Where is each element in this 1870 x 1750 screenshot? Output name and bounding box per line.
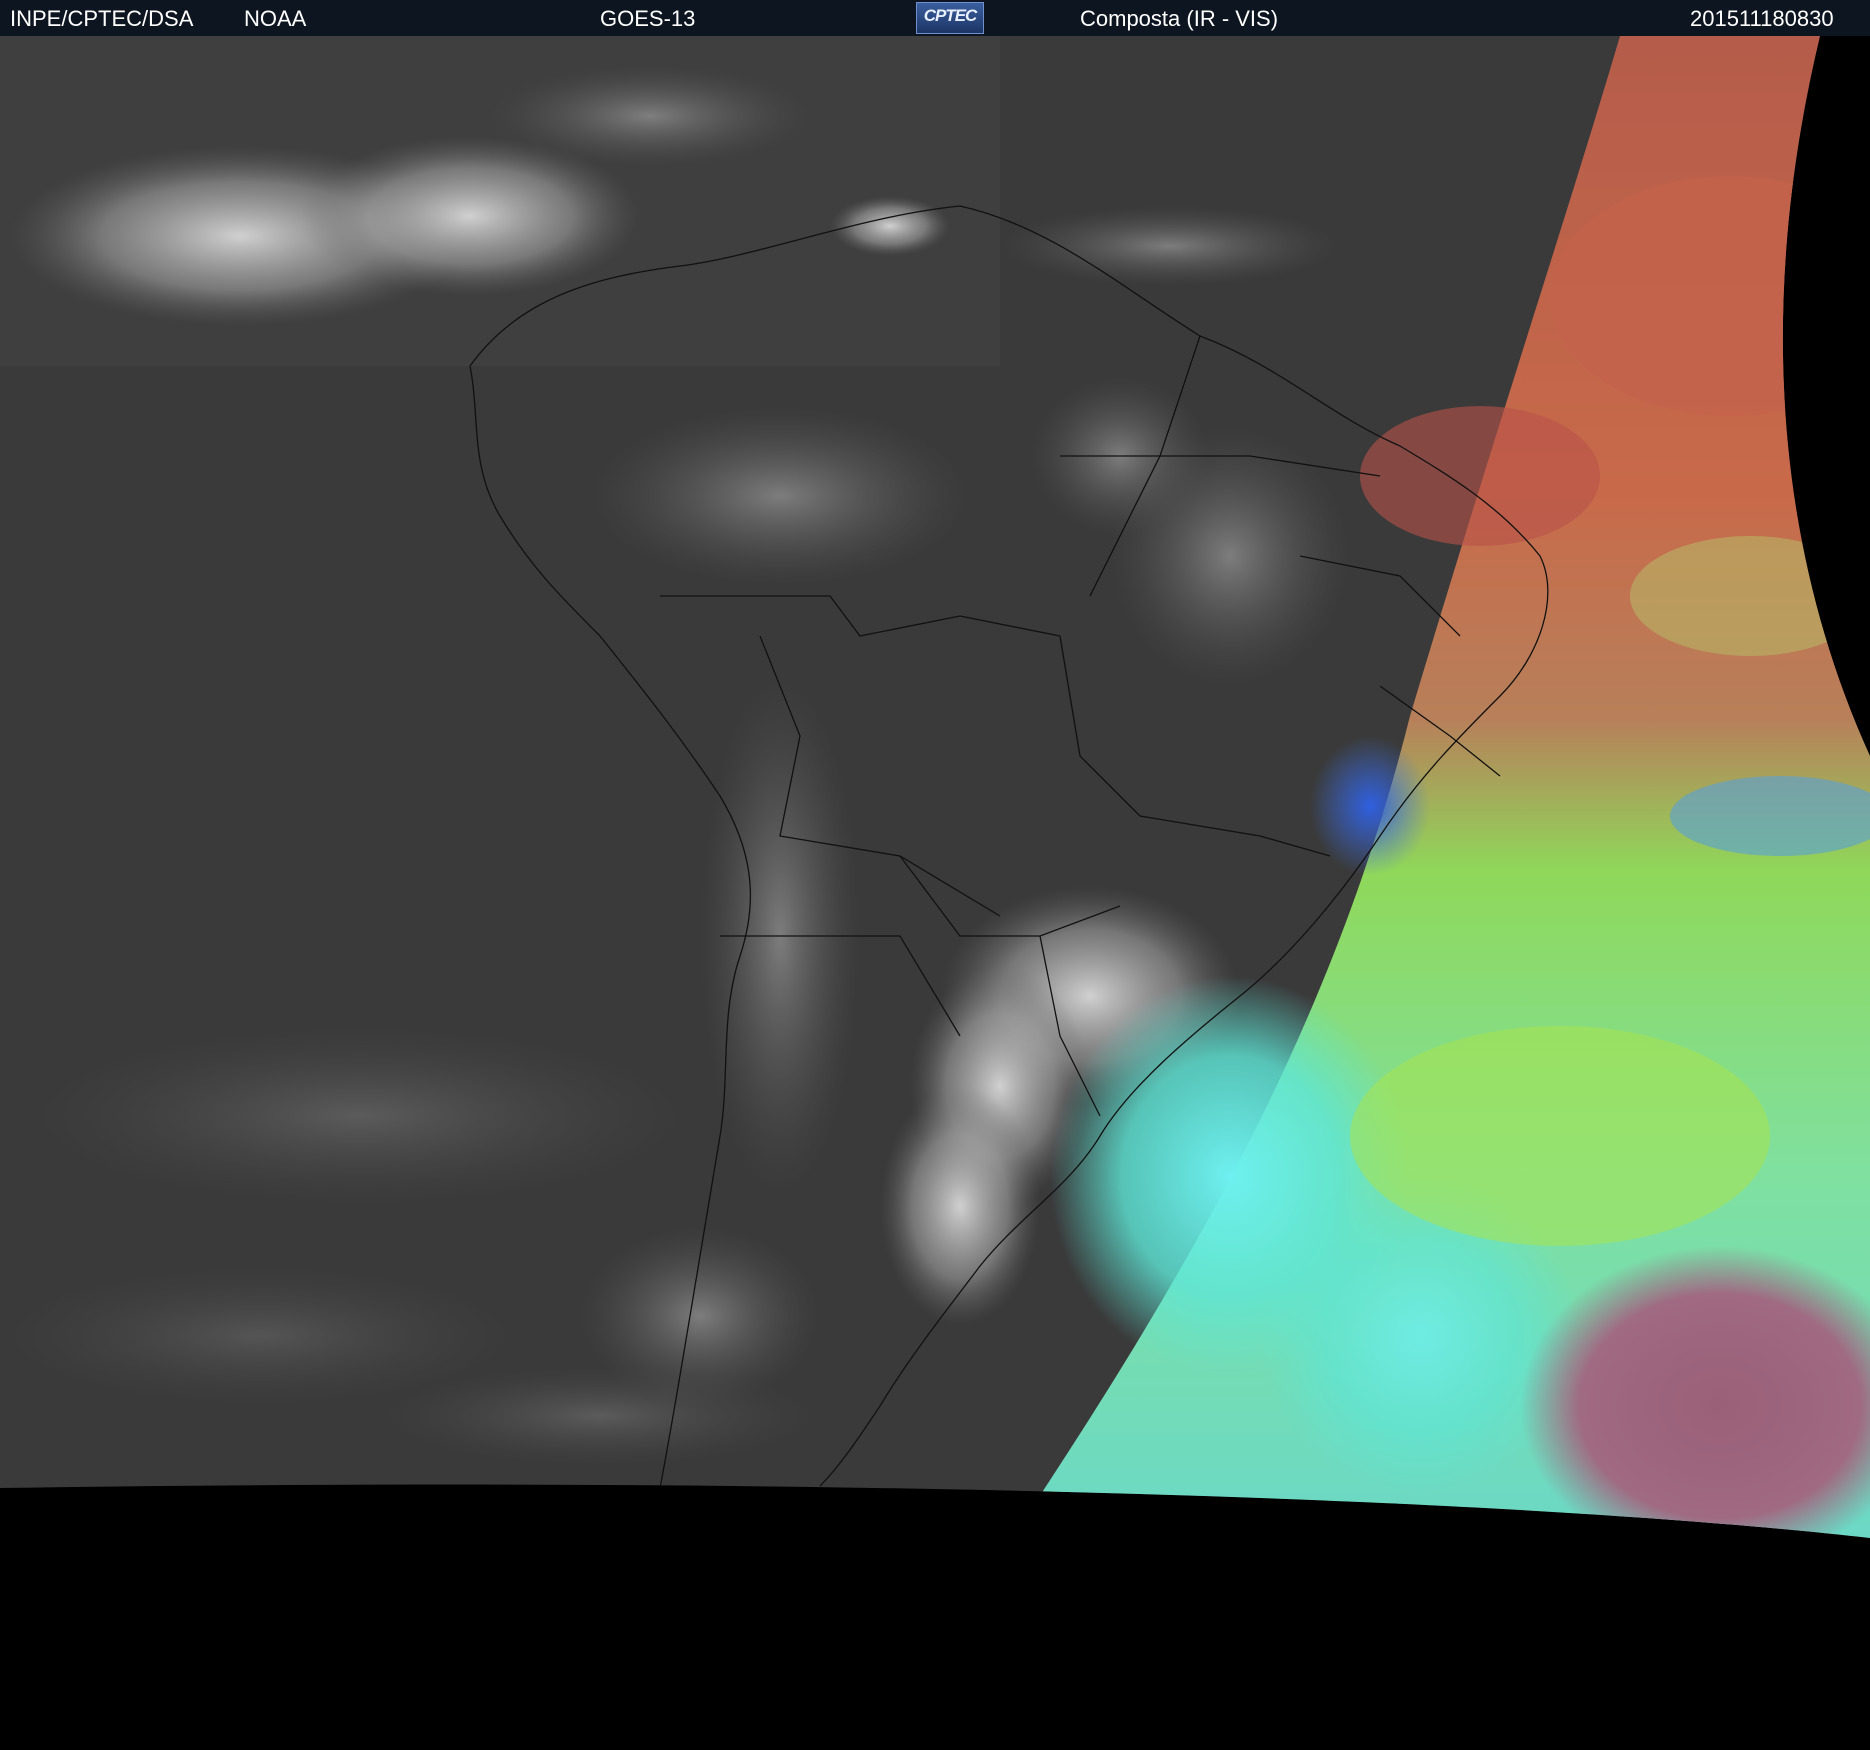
logo-text: CPTEC [923, 6, 978, 25]
header-bar: INPE/CPTEC/DSA NOAA GOES-13 CPTEC Compos… [0, 0, 1870, 36]
satellite-label: GOES-13 [600, 6, 696, 31]
satellite-image [0, 36, 1870, 1750]
product-label: Composta (IR - VIS) [1080, 6, 1279, 31]
timestamp-label: 201511180830 [1690, 6, 1834, 31]
satellite-composite [0, 36, 1870, 1750]
agency-label: INPE/CPTEC/DSA [10, 6, 194, 31]
provider-label: NOAA [244, 6, 307, 31]
cptec-logo: CPTEC [916, 2, 984, 34]
